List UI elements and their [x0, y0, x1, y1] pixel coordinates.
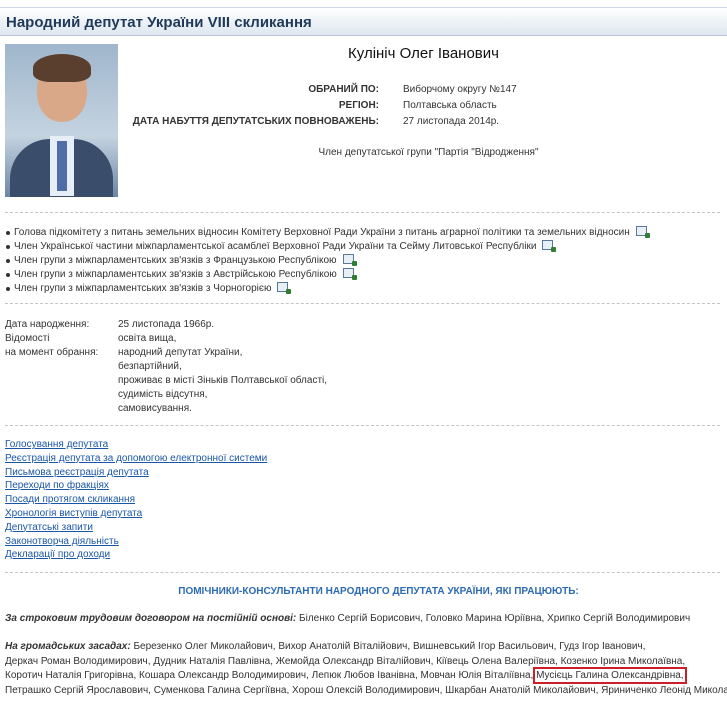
link-written-registration[interactable]: Письмова реєстрація депутата: [5, 466, 267, 480]
highlighted-name: Мусієць Галина Олександрівна,: [533, 667, 687, 684]
mandate-date-value: 27 листопада 2014р.: [403, 116, 500, 127]
link-speeches[interactable]: Хронологія виступів депутата: [5, 507, 267, 521]
info-label: Відомості: [5, 333, 50, 344]
list-item: Член групи з міжпарламентських зв'язків …: [5, 268, 647, 282]
contract-names: Біленко Сергій Борисович, Головко Марина…: [299, 613, 691, 624]
page-title: Народний депутат України VIII скликання: [6, 14, 312, 31]
info-line: судимість відсутня,: [118, 389, 208, 400]
link-electronic-registration[interactable]: Реєстрація депутата за допомогою електро…: [5, 452, 267, 466]
assistants-title: ПОМІЧНИКИ-КОНСУЛЬТАНТИ НАРОДНОГО ДЕПУТАТ…: [178, 586, 579, 597]
link-voting[interactable]: Голосування депутата: [5, 438, 267, 452]
region-value: Полтавська область: [403, 100, 497, 111]
bio-values: 25 листопада 1966р. освіта вища, народни…: [118, 318, 327, 416]
bio-labels: Дата народження: Відомості на момент обр…: [5, 318, 98, 360]
mandate-date-label: ДАТА НАБУТТЯ ДЕПУТАТСЬКИХ ПОВНОВАЖЕНЬ:: [132, 116, 379, 127]
info-line: самовисування.: [118, 403, 192, 414]
birth-label: Дата народження:: [5, 319, 90, 330]
link-income-declarations[interactable]: Декларації про доходи: [5, 548, 267, 562]
positions-list: Голова підкомітету з питань земельних ві…: [5, 226, 650, 296]
list-item: Член Української частини міжпарламентськ…: [5, 240, 647, 254]
volunteer-names-line: Коротич Наталія Григорівна, Кошара Олекс…: [5, 670, 534, 681]
divider: [5, 212, 720, 213]
deputy-name: Кулініч Олег Іванович: [348, 45, 499, 62]
info-line: безпартійний,: [118, 361, 182, 372]
divider: [5, 572, 720, 573]
info-line: народний депутат України,: [118, 347, 243, 358]
volunteer-assistants: На громадських засадах: Березенко Олег М…: [5, 640, 727, 698]
list-item: Член групи з міжпарламентських зв'язків …: [5, 254, 647, 268]
contract-label: За строковим трудовим договором на пості…: [5, 613, 297, 624]
volunteer-names-line: Петрашко Сергій Ярославович, Суменкова Г…: [5, 684, 727, 696]
volunteer-label: На громадських засадах:: [5, 641, 131, 652]
link-legislative-activity[interactable]: Законотворча діяльність: [5, 535, 267, 549]
info-line: проживає в місті Зіньків Полтавської обл…: [118, 375, 328, 386]
list-item: Член групи з міжпарламентських зв'язків …: [5, 282, 647, 296]
document-icon[interactable]: [342, 254, 357, 266]
page-header: Народний депутат України VIII скликання: [0, 7, 727, 36]
region-label: РЕГІОН:: [338, 100, 379, 111]
birth-value: 25 листопада 1966р.: [118, 319, 215, 330]
list-item: Голова підкомітету з питань земельних ві…: [5, 226, 650, 240]
contract-assistants: За строковим трудовим договором на пості…: [5, 612, 720, 627]
divider: [5, 425, 720, 426]
volunteer-names-line: Березенко Олег Миколайович, Вихор Анатол…: [133, 641, 646, 652]
document-icon[interactable]: [635, 226, 650, 238]
elected-by-value: Виборчому округу №147: [403, 84, 517, 95]
info-label-2: на момент обрання:: [5, 347, 99, 358]
document-icon[interactable]: [542, 240, 557, 252]
link-requests[interactable]: Депутатські запити: [5, 521, 267, 535]
faction-membership: Член депутатської групи "Партія "Відродж…: [318, 147, 539, 158]
document-icon[interactable]: [277, 282, 292, 294]
deputy-photo: [5, 44, 118, 197]
elected-by-label: ОБРАНИЙ ПО:: [308, 84, 379, 95]
link-faction-transfers[interactable]: Переходи по фракціях: [5, 479, 267, 493]
deputy-links: Голосування депутата Реєстрація депутата…: [5, 438, 267, 562]
volunteer-names-line: Деркач Роман Володимирович, Дудник Натал…: [5, 655, 686, 667]
link-positions[interactable]: Посади протягом скликання: [5, 493, 267, 507]
document-icon[interactable]: [342, 268, 357, 280]
divider: [5, 303, 720, 304]
info-line: освіта вища,: [118, 333, 177, 344]
